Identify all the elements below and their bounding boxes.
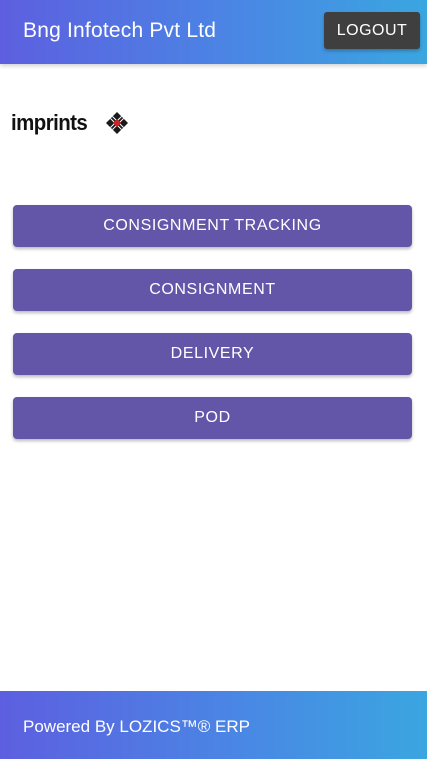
logout-button[interactable]: LOGOUT bbox=[324, 12, 420, 49]
delivery-button[interactable]: DELIVERY bbox=[13, 333, 412, 375]
consignment-tracking-button[interactable]: CONSIGNMENT TRACKING bbox=[13, 205, 412, 247]
imprints-logo: imprints bbox=[11, 108, 136, 138]
powered-by-text: Powered By LOZICS™® ERP bbox=[23, 717, 250, 736]
pod-button[interactable]: POD bbox=[13, 397, 412, 439]
consignment-button[interactable]: CONSIGNMENT bbox=[13, 269, 412, 311]
app-header: Bng Infotech Pvt Ltd LOGOUT bbox=[0, 0, 427, 64]
app-footer: Powered By LOZICS™® ERP bbox=[0, 691, 427, 759]
company-title: Bng Infotech Pvt Ltd bbox=[23, 19, 217, 42]
app-root: Bng Infotech Pvt Ltd LOGOUT imprints CON… bbox=[0, 0, 427, 759]
diamond-grid-icon bbox=[106, 112, 128, 134]
logo-text: imprints bbox=[11, 110, 88, 135]
